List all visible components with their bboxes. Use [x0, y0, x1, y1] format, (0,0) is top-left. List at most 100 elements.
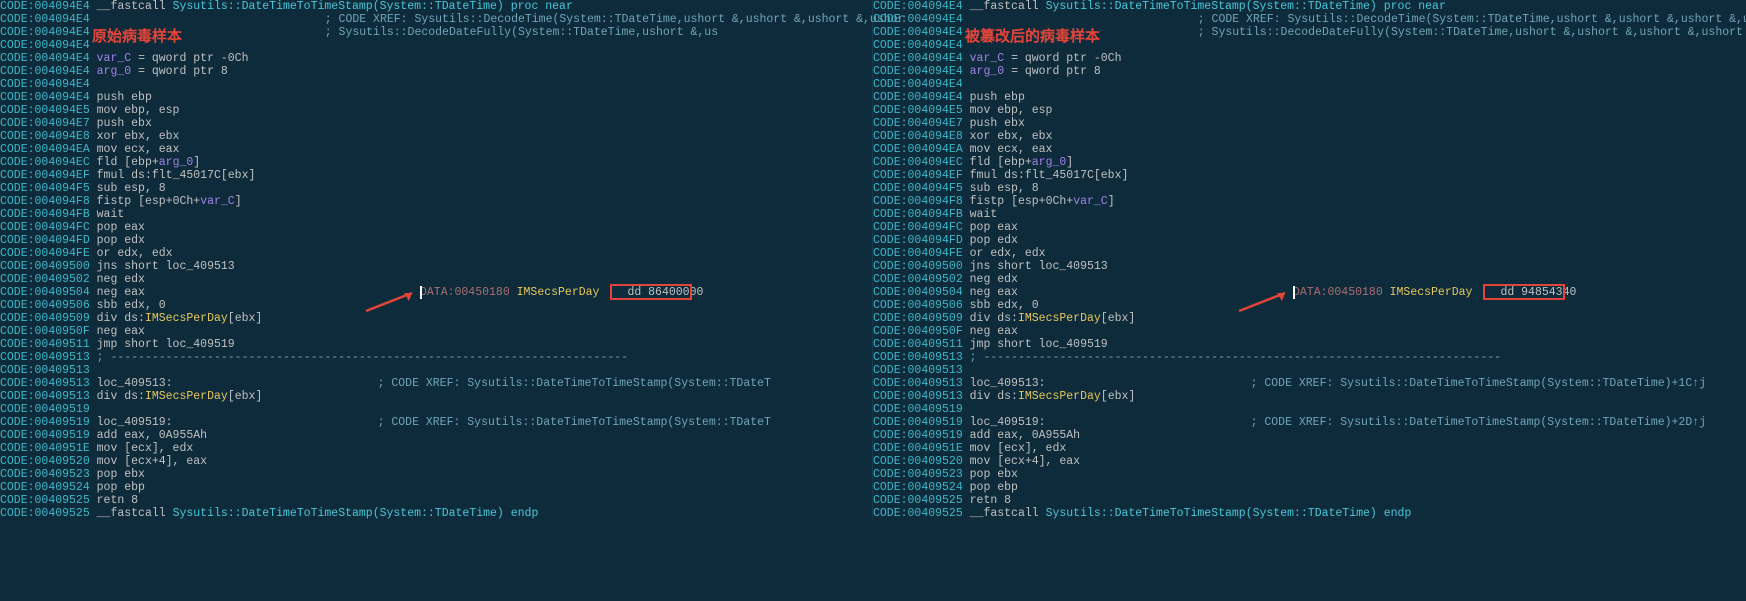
asm-line[interactable]: CODE:004094E4 push ebp	[873, 91, 1746, 104]
asm-line[interactable]: CODE:004094E4; CODE XREF: Sysutils::Deco…	[0, 13, 872, 26]
asm-line[interactable]: CODE:00409513 ; ------------------------…	[0, 351, 872, 364]
asm-line[interactable]: CODE:004094F8 fistp [esp+0Ch+var_C]	[873, 195, 1746, 208]
asm-line[interactable]: CODE:00409513 div ds:IMSecsPerDay[ebx]	[873, 390, 1746, 403]
asm-line[interactable]: CODE:004094FC pop eax	[0, 221, 872, 234]
data-constant-line[interactable]: DATA:00450180 IMSecsPerDaydd 86400000	[420, 286, 703, 299]
asm-line[interactable]: CODE:00409525 __fastcall Sysutils::DateT…	[0, 507, 872, 520]
asm-line[interactable]: CODE:00409513	[873, 364, 1746, 377]
asm-line[interactable]: CODE:00409520 mov [ecx+4], eax	[0, 455, 872, 468]
asm-line[interactable]: CODE:00409509 div ds:IMSecsPerDay[ebx]	[873, 312, 1746, 325]
asm-line[interactable]: CODE:004094E4 __fastcall Sysutils::DateT…	[0, 0, 872, 13]
asm-line[interactable]: CODE:00409519 loc_409519:; CODE XREF: Sy…	[873, 416, 1746, 429]
asm-line[interactable]: CODE:004094FD pop edx	[873, 234, 1746, 247]
asm-line[interactable]: CODE:004094FE or edx, edx	[0, 247, 872, 260]
asm-line[interactable]: CODE:00409513 ; ------------------------…	[873, 351, 1746, 364]
asm-line[interactable]: CODE:0040951E mov [ecx], edx	[0, 442, 872, 455]
asm-line[interactable]: CODE:004094E5 mov ebp, esp	[873, 104, 1746, 117]
address-label: CODE:004094E4	[0, 65, 90, 78]
address-label: CODE:00409504	[0, 286, 90, 299]
asm-line[interactable]: CODE:004094F5 sub esp, 8	[0, 182, 872, 195]
asm-line[interactable]: CODE:00409523 pop ebx	[873, 468, 1746, 481]
asm-line[interactable]: CODE:004094EF fmul ds:flt_45017C[ebx]	[873, 169, 1746, 182]
asm-line[interactable]: CODE:004094E8 xor ebx, ebx	[873, 130, 1746, 143]
asm-line[interactable]: CODE:004094E7 push ebx	[0, 117, 872, 130]
address-label: CODE:00409506	[0, 299, 90, 312]
asm-line[interactable]: CODE:004094E4; CODE XREF: Sysutils::Deco…	[873, 13, 1746, 26]
asm-line[interactable]: CODE:00409513 loc_409513:; CODE XREF: Sy…	[0, 377, 872, 390]
address-label: CODE:00409519	[0, 429, 90, 442]
address-label: CODE:004094F8	[0, 195, 90, 208]
address-label: CODE:00409525	[873, 494, 963, 507]
asm-line[interactable]: CODE:004094E4 var_C = qword ptr -0Ch	[873, 52, 1746, 65]
asm-line[interactable]: CODE:004094FC pop eax	[873, 221, 1746, 234]
asm-line[interactable]: CODE:0040950F neg eax	[0, 325, 872, 338]
asm-line[interactable]: CODE:004094FD pop edx	[0, 234, 872, 247]
asm-line[interactable]: CODE:004094FB wait	[873, 208, 1746, 221]
asm-line[interactable]: CODE:00409519 add eax, 0A955Ah	[873, 429, 1746, 442]
asm-line[interactable]: CODE:004094E4; Sysutils::DecodeDateFully…	[0, 26, 872, 39]
asm-line[interactable]: CODE:00409513	[0, 364, 872, 377]
asm-line[interactable]: CODE:004094E4 var_C = qword ptr -0Ch	[0, 52, 872, 65]
asm-line[interactable]: CODE:004094E4 push ebp	[0, 91, 872, 104]
address-label: CODE:004094EA	[0, 143, 90, 156]
data-constant-line[interactable]: DATA:00450180 IMSecsPerDaydd 94854340	[1293, 286, 1576, 299]
asm-line[interactable]: CODE:004094EA mov ecx, eax	[873, 143, 1746, 156]
asm-line[interactable]: CODE:004094E4	[873, 78, 1746, 91]
asm-line[interactable]: CODE:004094E4; Sysutils::DecodeDateFully…	[873, 26, 1746, 39]
asm-line[interactable]: CODE:004094F8 fistp [esp+0Ch+var_C]	[0, 195, 872, 208]
address-label: CODE:004094EF	[873, 169, 963, 182]
asm-line[interactable]: CODE:004094E8 xor ebx, ebx	[0, 130, 872, 143]
asm-line[interactable]: CODE:004094E4	[0, 78, 872, 91]
asm-line[interactable]: CODE:004094EC fld [ebp+arg_0]	[873, 156, 1746, 169]
data-address: DATA:00450180	[420, 286, 510, 299]
address-label: CODE:004094E7	[0, 117, 90, 130]
address-label: CODE:00409523	[0, 468, 90, 481]
asm-line[interactable]: CODE:00409519	[873, 403, 1746, 416]
asm-line[interactable]: CODE:0040951E mov [ecx], edx	[873, 442, 1746, 455]
asm-line[interactable]: CODE:00409513 loc_409513:; CODE XREF: Sy…	[873, 377, 1746, 390]
asm-line[interactable]: CODE:00409513 div ds:IMSecsPerDay[ebx]	[0, 390, 872, 403]
asm-line[interactable]: CODE:00409509 div ds:IMSecsPerDay[ebx]	[0, 312, 872, 325]
asm-line[interactable]: CODE:00409524 pop ebp	[873, 481, 1746, 494]
asm-line[interactable]: CODE:00409511 jmp short loc_409519	[0, 338, 872, 351]
asm-line[interactable]: CODE:00409523 pop ebx	[0, 468, 872, 481]
address-label: CODE:00409513	[0, 364, 90, 377]
asm-line[interactable]: CODE:004094E4	[0, 39, 872, 52]
asm-line[interactable]: CODE:00409520 mov [ecx+4], eax	[873, 455, 1746, 468]
asm-line[interactable]: CODE:004094E4 __fastcall Sysutils::DateT…	[873, 0, 1746, 13]
asm-line[interactable]: CODE:00409500 jns short loc_409513	[0, 260, 872, 273]
asm-line[interactable]: CODE:00409502 neg edx	[0, 273, 872, 286]
asm-line[interactable]: CODE:004094FB wait	[0, 208, 872, 221]
asm-line[interactable]: CODE:00409525 __fastcall Sysutils::DateT…	[873, 507, 1746, 520]
asm-line[interactable]: CODE:00409519 add eax, 0A955Ah	[0, 429, 872, 442]
address-label: CODE:004094FE	[0, 247, 90, 260]
asm-line[interactable]: CODE:004094E5 mov ebp, esp	[0, 104, 872, 117]
address-label: CODE:004094FE	[873, 247, 963, 260]
asm-line[interactable]: CODE:004094FE or edx, edx	[873, 247, 1746, 260]
asm-line[interactable]: CODE:004094EA mov ecx, eax	[0, 143, 872, 156]
asm-line[interactable]: CODE:004094F5 sub esp, 8	[873, 182, 1746, 195]
asm-line[interactable]: CODE:004094E4 arg_0 = qword ptr 8	[873, 65, 1746, 78]
asm-line[interactable]: CODE:004094E4 arg_0 = qword ptr 8	[0, 65, 872, 78]
asm-line[interactable]: CODE:004094E4	[873, 39, 1746, 52]
asm-line[interactable]: CODE:00409502 neg edx	[873, 273, 1746, 286]
asm-line[interactable]: CODE:0040950F neg eax	[873, 325, 1746, 338]
asm-line[interactable]: CODE:00409519	[0, 403, 872, 416]
asm-line[interactable]: CODE:004094EF fmul ds:flt_45017C[ebx]	[0, 169, 872, 182]
asm-line[interactable]: CODE:00409519 loc_409519:; CODE XREF: Sy…	[0, 416, 872, 429]
asm-line[interactable]: CODE:00409506 sbb edx, 0	[873, 299, 1746, 312]
asm-line[interactable]: CODE:004094EC fld [ebp+arg_0]	[0, 156, 872, 169]
asm-line[interactable]: CODE:00409511 jmp short loc_409519	[873, 338, 1746, 351]
address-label: CODE:00409519	[0, 403, 90, 416]
address-label: CODE:00409513	[873, 390, 963, 403]
asm-line[interactable]: CODE:00409525 retn 8	[0, 494, 872, 507]
address-label: CODE:0040951E	[0, 442, 90, 455]
asm-line[interactable]: CODE:00409524 pop ebp	[0, 481, 872, 494]
asm-line[interactable]: CODE:00409500 jns short loc_409513	[873, 260, 1746, 273]
asm-line[interactable]: CODE:00409525 retn 8	[873, 494, 1746, 507]
address-label: CODE:00409523	[873, 468, 963, 481]
address-label: CODE:00409525	[0, 494, 90, 507]
address-label: CODE:004094E4	[0, 39, 90, 52]
asm-line[interactable]: CODE:004094E7 push ebx	[873, 117, 1746, 130]
asm-line[interactable]: CODE:00409506 sbb edx, 0	[0, 299, 872, 312]
